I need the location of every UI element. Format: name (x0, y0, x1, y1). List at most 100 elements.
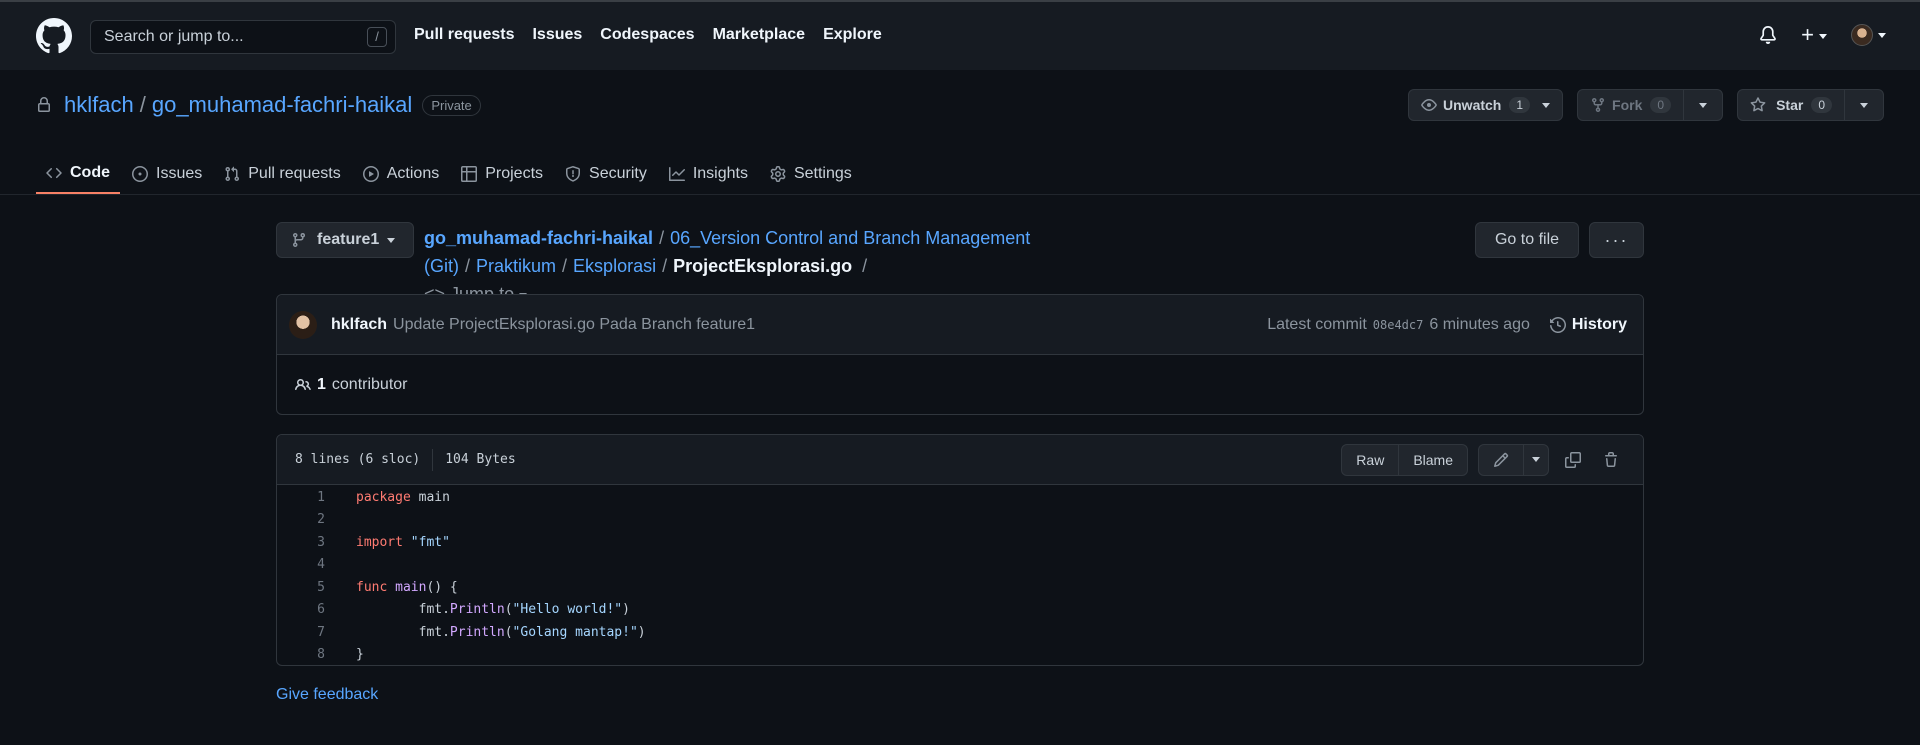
code-token: ( (504, 624, 513, 640)
tab-settings[interactable]: Settings (760, 154, 862, 194)
code-token: "Golang mantap!" (512, 624, 638, 640)
tab-security[interactable]: Security (555, 154, 657, 194)
history-label: History (1571, 315, 1627, 333)
raw-button[interactable]: Raw (1342, 445, 1398, 475)
fork-dropdown[interactable] (1683, 90, 1722, 120)
give-feedback-link[interactable]: Give feedback (276, 686, 378, 704)
tab-label: Pull requests (248, 165, 341, 182)
nav-issues[interactable]: Issues (532, 26, 582, 44)
star-dropdown[interactable] (1844, 90, 1883, 120)
latest-commit-label: Latest commit (1267, 315, 1367, 333)
tab-projects[interactable]: Projects (451, 154, 553, 194)
tab-pull-requests[interactable]: Pull requests (214, 154, 351, 194)
create-new-menu[interactable]: + (1801, 24, 1827, 46)
plus-icon: + (1801, 22, 1814, 47)
tab-label: Security (589, 165, 647, 182)
global-nav: Pull requests Issues Codespaces Marketpl… (414, 26, 882, 44)
search-placeholder: Search or jump to... (104, 28, 244, 45)
breadcrumb-folder-link[interactable]: Eksplorasi (573, 256, 656, 276)
tab-code[interactable]: Code (36, 154, 120, 194)
nav-marketplace[interactable]: Marketplace (713, 26, 806, 44)
chevron-down-icon (1860, 102, 1868, 108)
tab-label: Actions (386, 165, 440, 182)
commit-sha[interactable]: 08e4dc7 (1373, 318, 1424, 332)
go-to-file-button[interactable]: Go to file (1475, 222, 1579, 258)
code-line: 8} (277, 644, 1643, 666)
bell-icon[interactable] (1759, 26, 1777, 44)
code-token: "Hello world!" (512, 602, 623, 618)
edit-dropdown[interactable] (1523, 444, 1548, 475)
visibility-badge: Private (422, 94, 481, 116)
path-separator: / (662, 256, 668, 276)
history-link[interactable]: History (1549, 315, 1627, 334)
code-token: } (356, 647, 364, 663)
github-logo-icon[interactable] (36, 18, 72, 54)
shield-icon (566, 166, 581, 182)
code-line: 2 (277, 509, 1643, 532)
unwatch-label: Unwatch (1443, 97, 1502, 113)
eye-icon (1421, 99, 1437, 111)
branch-icon (292, 233, 305, 248)
watch-count: 1 (1509, 97, 1531, 113)
line-number[interactable]: 8 (277, 647, 325, 662)
user-menu[interactable] (1851, 24, 1886, 46)
repo-actions: Unwatch 1 Fork 0 Star 0 (1408, 89, 1884, 121)
line-number[interactable]: 3 (277, 535, 325, 550)
line-number[interactable]: 7 (277, 625, 325, 640)
delete-button[interactable] (1597, 446, 1625, 474)
more-options-button[interactable]: ··· (1589, 222, 1644, 258)
repo-owner-link[interactable]: hklfach (64, 92, 134, 118)
star-label: Star (1776, 97, 1804, 113)
contributors-row[interactable]: 1 contributor (277, 355, 1643, 415)
repo-name-link[interactable]: go_muhamad-fachri-haikal (152, 92, 412, 118)
branch-selector[interactable]: feature1 (276, 222, 414, 258)
breadcrumb-repo-link[interactable]: go_muhamad-fachri-haikal (424, 228, 653, 248)
breadcrumb-folder-link[interactable]: Praktikum (476, 256, 556, 276)
line-content: func main() { (325, 580, 458, 595)
code-token: ) (637, 624, 646, 640)
line-number[interactable]: 6 (277, 602, 325, 617)
commit-meta: Latest commit 08e4dc7 6 minutes ago Hist… (1267, 316, 1627, 334)
fork-count: 0 (1650, 97, 1672, 113)
nav-pull-requests[interactable]: Pull requests (414, 26, 514, 44)
search-input[interactable]: Search or jump to... / (90, 20, 396, 54)
line-number[interactable]: 4 (277, 557, 325, 572)
commit-author[interactable]: hklfach (331, 316, 387, 334)
unwatch-button[interactable]: Unwatch 1 (1409, 90, 1562, 120)
star-count: 0 (1811, 97, 1832, 113)
edit-button[interactable] (1479, 445, 1523, 475)
tab-label: Insights (692, 165, 748, 182)
chevron-down-icon (1699, 102, 1708, 108)
contributor-count: 1 (317, 376, 326, 393)
code-token: () { (426, 579, 458, 595)
code-token: fmt. (356, 624, 450, 640)
line-number[interactable]: 1 (277, 490, 325, 505)
line-number[interactable]: 5 (277, 580, 325, 595)
code-token: main (410, 489, 450, 505)
line-content: } (325, 647, 364, 662)
avatar[interactable] (289, 310, 317, 339)
blame-button[interactable]: Blame (1398, 444, 1467, 475)
graph-icon (668, 167, 685, 181)
chevron-down-icon (1532, 457, 1540, 462)
header-actions: + (1759, 24, 1886, 46)
code-token: func (356, 579, 388, 595)
chevron-down-icon (1542, 102, 1551, 108)
pencil-icon (1493, 452, 1509, 467)
nav-codespaces[interactable]: Codespaces (600, 26, 694, 44)
copy-button[interactable] (1559, 446, 1587, 474)
commit-message[interactable]: Update ProjectEksplorasi.go Pada Branch … (393, 316, 755, 334)
file-size: 104 Bytes (445, 452, 516, 467)
nav-explore[interactable]: Explore (823, 26, 882, 44)
star-button[interactable]: Star 0 (1738, 90, 1844, 120)
tab-issues[interactable]: Issues (122, 154, 212, 194)
line-number[interactable]: 2 (277, 512, 325, 527)
tab-actions[interactable]: Actions (353, 154, 449, 194)
fork-button[interactable]: Fork 0 (1578, 90, 1683, 120)
code-view[interactable]: 1 package main 2 3 import "fmt" 4 5 func main()… (277, 485, 1643, 666)
lock-icon (38, 97, 50, 112)
line-content: fmt.Println("Hello world!") (325, 602, 630, 617)
code-token: ) (622, 602, 630, 618)
chevron-down-icon (1819, 33, 1827, 39)
tab-insights[interactable]: Insights (659, 154, 758, 194)
